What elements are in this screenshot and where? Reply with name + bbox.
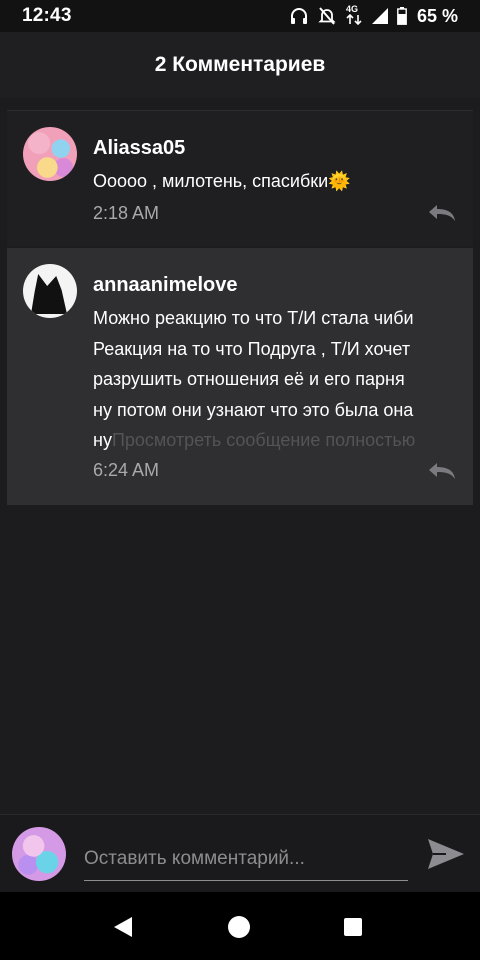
data-arrows-icon: 4G	[345, 4, 363, 26]
comment-author[interactable]: annaanimelove	[93, 274, 238, 297]
comment-text-line: Можно реакцию то что Т/И стала чиби	[93, 308, 414, 328]
mute-icon	[318, 7, 336, 25]
send-icon	[428, 839, 464, 869]
comment-text-line: разрушить отношения её и его парня	[93, 369, 405, 389]
comment-compose-bar	[0, 814, 480, 892]
battery-icon	[397, 7, 407, 25]
comment-text-tail: ну	[93, 430, 112, 450]
comment-author[interactable]: Aliassa05	[93, 137, 185, 160]
comment-time: 2:18 AM	[93, 203, 160, 223]
back-triangle-icon	[114, 917, 132, 937]
reply-icon[interactable]	[427, 203, 457, 223]
status-bar: 12:43 4G 65 %	[0, 0, 480, 32]
back-button[interactable]	[108, 912, 138, 942]
comment-item[interactable]: annaanimelove Можно реакцию то что Т/И с…	[7, 248, 473, 505]
read-more-link[interactable]: Просмотреть сообщение полностью	[112, 430, 415, 450]
comment-text: Можно реакцию то что Т/И стала чиби Реак…	[93, 303, 453, 456]
send-button[interactable]	[424, 835, 468, 873]
home-circle-icon	[228, 916, 250, 938]
comment-text-line: Реакция на то что Подруга , Т/И хочет	[93, 338, 411, 359]
home-button[interactable]	[224, 912, 254, 942]
avatar[interactable]	[23, 264, 77, 318]
battery-percent: 65 %	[416, 5, 458, 26]
comment-time: 6:24 AM	[93, 460, 160, 480]
headphones-icon	[290, 8, 307, 24]
status-icons: 4G 65 %	[289, 4, 458, 27]
comment-text-line: нуПросмотреть сообщение полностью	[93, 425, 453, 456]
comment-text: Ооооо , милотень, спасибки🌞	[93, 171, 351, 191]
avatar	[12, 827, 66, 881]
status-time: 12:43	[22, 5, 72, 26]
avatar[interactable]	[23, 127, 77, 181]
system-nav-bar	[0, 892, 480, 960]
comment-text-line: ну потом они узнают что это была она	[93, 399, 414, 420]
recents-button[interactable]	[338, 912, 368, 942]
comments-header: 2 Комментариев	[0, 32, 480, 98]
comment-input[interactable]	[84, 837, 408, 881]
recents-square-icon	[344, 918, 362, 936]
reply-icon[interactable]	[427, 461, 457, 481]
comment-item[interactable]: Aliassa05 Ооооо , милотень, спасибки🌞 2:…	[7, 110, 473, 246]
page-title: 2 Комментариев	[154, 53, 326, 76]
signal-icon	[371, 8, 388, 24]
